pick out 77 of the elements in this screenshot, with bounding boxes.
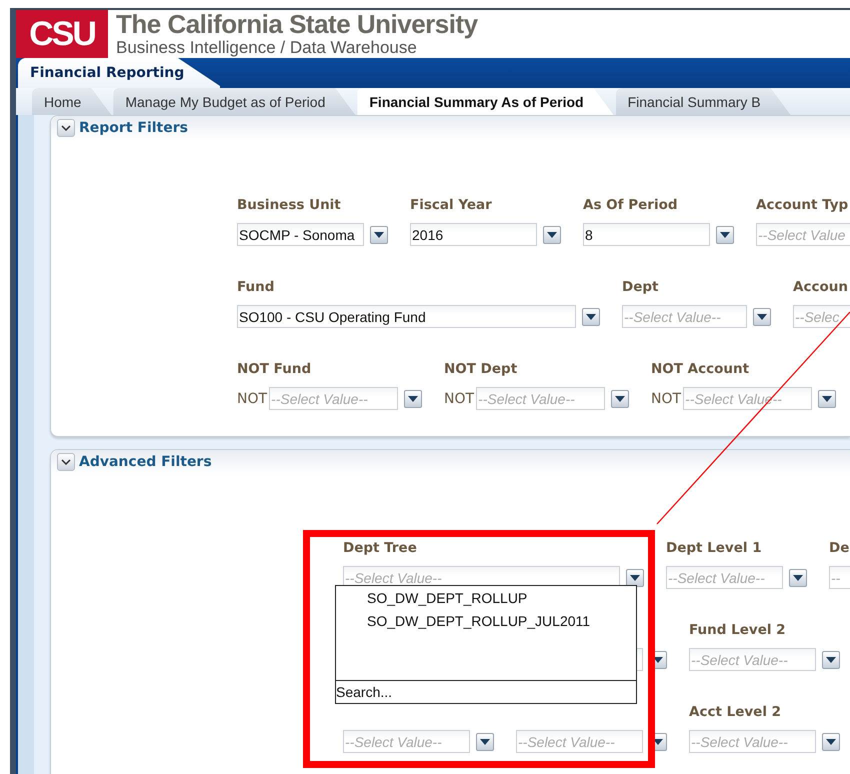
- site-title: The California State University: [116, 10, 478, 38]
- dropdown-arrow-icon: [480, 738, 490, 744]
- dropdown-button[interactable]: [753, 308, 771, 326]
- not-prefix: NOT: [444, 390, 474, 406]
- dropdown-button[interactable]: [626, 568, 644, 586]
- field-label: NOT Account: [651, 361, 750, 379]
- app-tab[interactable]: Financial Reporting: [18, 58, 220, 88]
- field-label: Dept Level 1: [666, 540, 763, 558]
- section-title: Report Filters: [79, 120, 188, 136]
- dropdown-arrow-icon: [615, 396, 625, 402]
- tab[interactable]: Home: [32, 88, 112, 115]
- field-label: As Of Period: [583, 197, 679, 215]
- field-label: De: [829, 540, 850, 558]
- dropdown-button[interactable]: [822, 732, 840, 750]
- field-label: Business Unit: [237, 197, 342, 215]
- collapse-toggle[interactable]: [57, 453, 75, 471]
- dropdown-arrow-icon: [653, 656, 663, 662]
- dropdown-arrow-icon: [793, 574, 803, 580]
- select-field[interactable]: 8: [583, 223, 710, 246]
- select-field[interactable]: --Select Value--: [689, 648, 816, 671]
- field-label: Fiscal Year: [410, 197, 493, 215]
- dropdown-arrow-icon: [822, 396, 832, 402]
- select-field[interactable]: --Select Value--: [476, 387, 605, 410]
- dropdown-button[interactable]: [822, 650, 840, 668]
- dropdown-arrow-icon: [653, 738, 663, 744]
- tab[interactable]: Financial Summary As of Period: [357, 88, 614, 115]
- dropdown-button[interactable]: [404, 390, 422, 408]
- dropdown-button[interactable]: [818, 390, 836, 408]
- field-label: Dept Tree: [343, 540, 418, 558]
- dropdown-button[interactable]: [476, 732, 494, 750]
- select-field[interactable]: SO100 - CSU Operating Fund: [237, 305, 576, 328]
- dropdown-arrow-icon: [757, 314, 767, 320]
- select-field[interactable]: --Select Value--: [689, 730, 816, 753]
- chevron-icon: [61, 459, 71, 465]
- tab[interactable]: Financial Summary B: [616, 88, 791, 115]
- site-subtitle: Business Intelligence / Data Warehouse: [116, 38, 417, 58]
- dropdown-arrow-icon: [547, 232, 557, 238]
- chevron-icon: [61, 125, 71, 131]
- section-title: Advanced Filters: [79, 454, 212, 470]
- field-label: Accoun: [793, 279, 849, 297]
- field-label: NOT Dept: [444, 361, 518, 379]
- dropdown-button[interactable]: [611, 390, 629, 408]
- field-label: Account Typ: [756, 197, 850, 215]
- dropdown-arrow-icon: [720, 232, 730, 238]
- dropdown-arrow-icon: [374, 232, 384, 238]
- field-label: Fund: [237, 279, 276, 297]
- not-prefix: NOT: [651, 390, 682, 406]
- dropdown-button[interactable]: [582, 308, 600, 326]
- select-field[interactable]: --Select Value--: [622, 305, 747, 328]
- dropdown-button[interactable]: [543, 226, 561, 244]
- dropdown-option[interactable]: SO_DW_DEPT_ROLLUP: [367, 590, 636, 606]
- dropdown-arrow-icon: [586, 314, 596, 320]
- dropdown-button[interactable]: [789, 568, 807, 586]
- select-field[interactable]: --Selec: [793, 305, 850, 328]
- select-field[interactable]: --Select Value: [756, 223, 850, 246]
- collapse-toggle[interactable]: [57, 119, 75, 137]
- field-label: Fund Level 2: [689, 622, 787, 640]
- select-field[interactable]: --Select Value--: [516, 730, 643, 753]
- select-field[interactable]: --Select Value--: [269, 387, 398, 410]
- dropdown-arrow-icon: [408, 396, 418, 402]
- dropdown-button[interactable]: [716, 226, 734, 244]
- dropdown-arrow-icon: [630, 574, 640, 580]
- tab[interactable]: Manage My Budget as of Period: [113, 88, 356, 115]
- select-field[interactable]: 2016: [410, 223, 537, 246]
- dropdown-arrow-icon: [826, 656, 836, 662]
- select-field[interactable]: --Select Value--: [666, 566, 783, 589]
- dropdown-button[interactable]: [370, 226, 388, 244]
- dropdown-option[interactable]: SO_DW_DEPT_ROLLUP_JUL2011: [367, 613, 636, 629]
- field-label: Dept: [622, 279, 660, 297]
- select-field[interactable]: --Select Value--: [343, 730, 470, 753]
- field-label: NOT Fund: [237, 361, 312, 379]
- dropdown-arrow-icon: [826, 738, 836, 744]
- field-label: Acct Level 2: [689, 704, 782, 722]
- logo: CSU: [16, 10, 108, 58]
- select-field[interactable]: SOCMP - Sonoma: [237, 223, 364, 246]
- not-prefix: NOT: [237, 390, 268, 406]
- select-field[interactable]: --: [829, 566, 850, 589]
